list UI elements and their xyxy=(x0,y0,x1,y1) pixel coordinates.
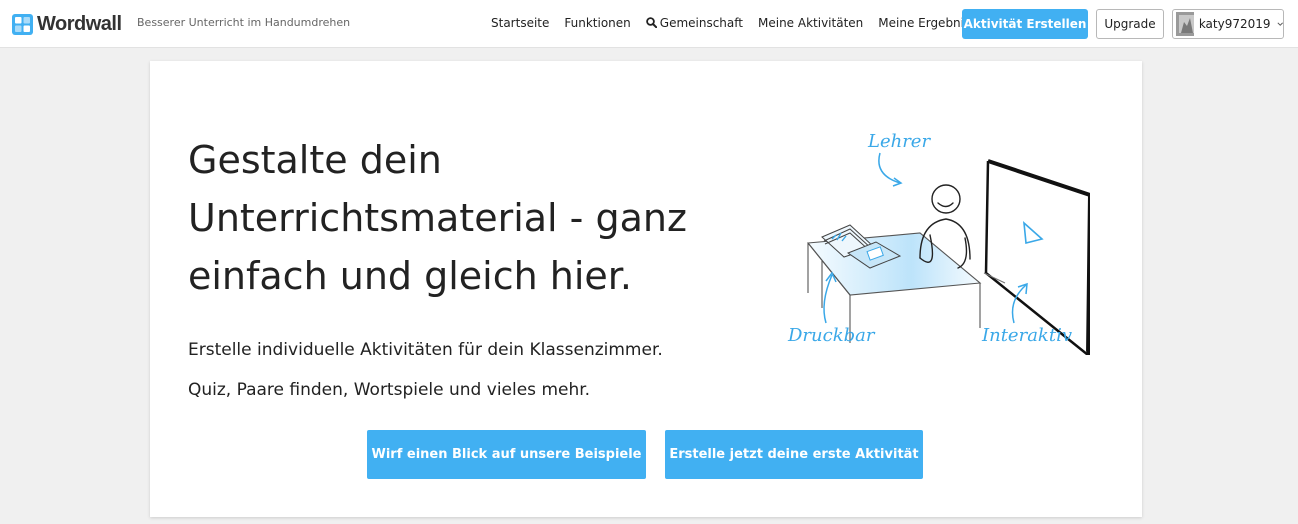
top-navigation-bar: Wordwall Besserer Unterricht im Handumdr… xyxy=(0,0,1298,48)
nav-startseite[interactable]: Startseite xyxy=(491,16,549,30)
main-nav: Startseite Funktionen Gemeinschaft Meine… xyxy=(491,16,999,30)
hero-subline-2: Quiz, Paare finden, Wortspiele und viele… xyxy=(188,380,591,400)
create-first-activity-button[interactable]: Erstelle jetzt deine erste Aktivität xyxy=(665,430,923,479)
label-interactive: Interaktiv xyxy=(981,325,1072,346)
hero-card: Gestalte dein Unterrichtsmaterial - ganz… xyxy=(150,61,1142,517)
nav-funktionen[interactable]: Funktionen xyxy=(564,16,630,30)
hero-subline-1: Erstelle individuelle Aktivitäten für de… xyxy=(188,340,663,360)
label-teacher: Lehrer xyxy=(867,131,931,152)
logo-text: Wordwall xyxy=(37,12,122,35)
hero-illustration: Lehrer Druckbar Interaktiv xyxy=(787,131,1090,355)
tagline: Besserer Unterricht im Handumdrehen xyxy=(137,16,351,29)
username: katy972019 xyxy=(1198,17,1271,31)
wordwall-logo-icon xyxy=(12,13,33,35)
chevron-down-icon xyxy=(1276,22,1283,26)
nav-meine-aktivitaeten[interactable]: Meine Aktivitäten xyxy=(758,16,863,30)
search-icon xyxy=(645,17,657,28)
hero-headline: Gestalte dein Unterrichtsmaterial - ganz… xyxy=(188,138,687,298)
avatar-placeholder-icon xyxy=(1176,12,1194,36)
user-menu[interactable]: katy972019 xyxy=(1172,9,1284,39)
nav-gemeinschaft-label: Gemeinschaft xyxy=(659,16,743,30)
nav-gemeinschaft[interactable]: Gemeinschaft xyxy=(645,16,743,30)
upgrade-button[interactable]: Upgrade xyxy=(1096,9,1164,39)
user-avatar xyxy=(1176,12,1194,36)
wordwall-logo[interactable]: Wordwall xyxy=(12,12,122,36)
view-examples-button[interactable]: Wirf einen Blick auf unsere Beispiele xyxy=(367,430,646,479)
label-printable: Druckbar xyxy=(787,325,876,346)
create-activity-button[interactable]: Aktivität Erstellen xyxy=(962,9,1088,39)
